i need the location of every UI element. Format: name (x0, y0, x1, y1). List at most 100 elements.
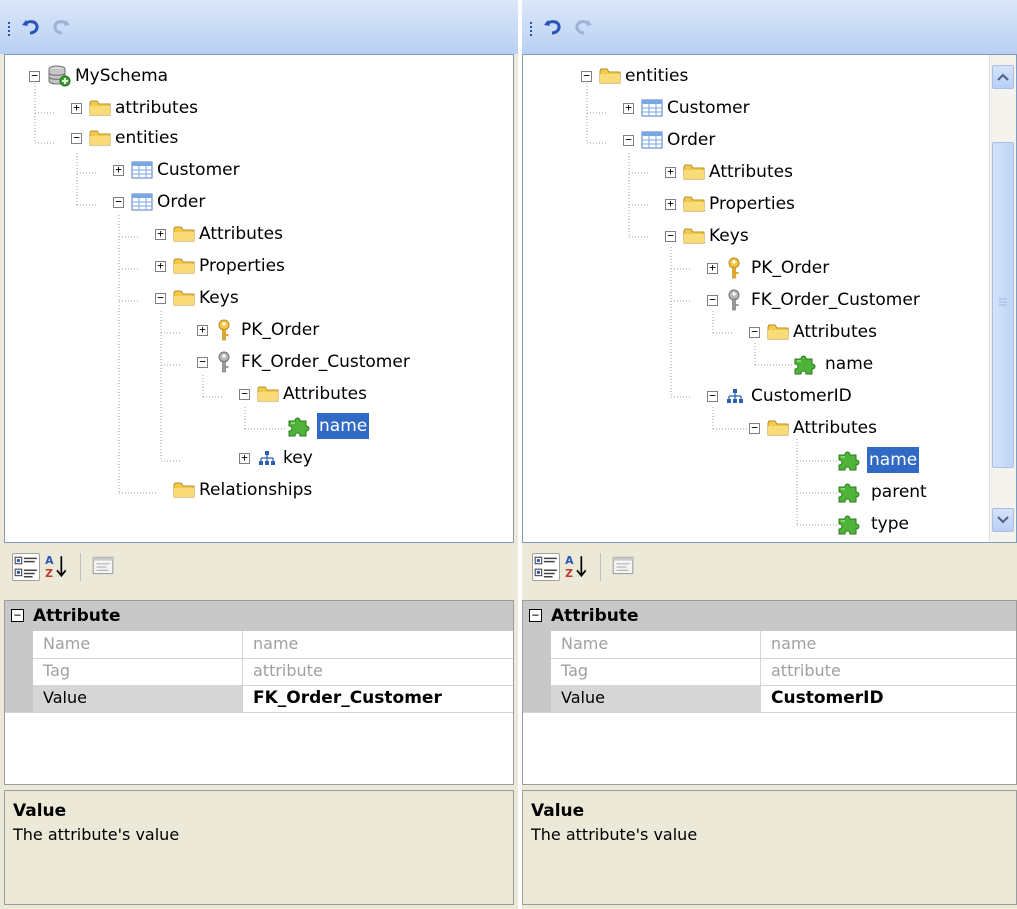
property-row-value[interactable]: Value FK_Order_Customer (5, 685, 513, 713)
tree-node-label: Keys (709, 226, 749, 246)
property-pages-button[interactable] (610, 553, 638, 581)
property-pages-button[interactable] (90, 553, 118, 581)
redo-icon[interactable] (50, 16, 72, 36)
tree-node-customer[interactable]: + Customer (5, 157, 513, 183)
property-name: Value (551, 685, 761, 712)
scroll-down-button[interactable] (992, 508, 1014, 532)
collapse-toggle[interactable]: − (113, 196, 124, 208)
tree-node-order[interactable]: − Order (5, 189, 513, 215)
property-grid: − Attribute Name name Tag attribute Valu… (522, 600, 1017, 785)
tree-node-label-selected: name (867, 447, 920, 473)
tree-node-cid-type[interactable]: type (523, 511, 991, 537)
tree-node-label: entities (115, 128, 179, 148)
tree-node-pk-order[interactable]: + PK_Order (523, 255, 991, 281)
help-pane: Value The attribute's value (4, 790, 514, 905)
expand-toggle[interactable]: + (155, 228, 166, 240)
expand-toggle[interactable]: + (239, 452, 250, 464)
collapse-toggle[interactable]: − (155, 292, 166, 304)
expand-toggle[interactable]: + (623, 102, 634, 114)
collapse-category-toggle[interactable]: − (529, 609, 542, 622)
collapse-toggle[interactable]: − (239, 388, 250, 400)
redo-icon[interactable] (572, 16, 594, 36)
expand-toggle[interactable]: + (113, 164, 124, 176)
collapse-toggle[interactable]: − (581, 70, 592, 82)
tree-node-order-keys[interactable]: − Keys (5, 285, 513, 311)
property-row-tag[interactable]: Tag attribute (523, 658, 1016, 686)
primary-key-icon (727, 257, 741, 279)
toolbar-grip[interactable] (530, 22, 535, 36)
tree-node-cid-parent[interactable]: parent (523, 479, 991, 505)
tree-node-pk-order[interactable]: + PK_Order (5, 317, 513, 343)
tree-node-root[interactable]: − MySchema (5, 63, 513, 89)
tree-node-label: CustomerID (751, 386, 852, 406)
expand-toggle[interactable]: + (707, 262, 718, 274)
left-tree-view[interactable]: − MySchema + attributes − entities + Cus… (4, 54, 514, 543)
alphabetical-button[interactable] (44, 553, 72, 581)
property-row-value[interactable]: Value CustomerID (523, 685, 1016, 713)
tree-node-order-attributes[interactable]: + Attributes (5, 221, 513, 247)
right-tree-view[interactable]: − entities + Customer − Order + Attribut… (522, 54, 1017, 543)
tree-node-order-keys[interactable]: − Keys (523, 223, 991, 249)
help-description: The attribute's value (531, 825, 698, 844)
category-row[interactable]: − Attribute (5, 601, 513, 631)
tree-node-order[interactable]: − Order (523, 127, 991, 153)
collapse-toggle[interactable]: − (71, 132, 82, 144)
tree-node-order-attributes[interactable]: + Attributes (523, 159, 991, 185)
vertical-scrollbar[interactable] (989, 55, 1016, 542)
collapse-toggle[interactable]: − (749, 422, 760, 434)
property-name: Tag (551, 658, 761, 685)
tree-node-fk-attributes[interactable]: − Attributes (5, 381, 513, 407)
collapse-toggle[interactable]: − (749, 326, 760, 338)
expand-toggle[interactable]: + (197, 324, 208, 336)
collapse-toggle[interactable]: − (665, 230, 676, 242)
help-pane: Value The attribute's value (522, 790, 1017, 905)
alphabetical-button[interactable] (564, 553, 592, 581)
property-value-field[interactable]: FK_Order_Customer (243, 685, 513, 712)
collapse-toggle[interactable]: − (623, 134, 634, 146)
collapse-toggle[interactable]: − (707, 294, 718, 306)
right-pane: − entities + Customer − Order + Attribut… (522, 0, 1017, 909)
tree-node-fk-order-customer[interactable]: − FK_Order_Customer (5, 349, 513, 375)
property-row-tag[interactable]: Tag attribute (5, 658, 513, 686)
tree-node-entities-folder[interactable]: − entities (523, 63, 991, 89)
attribute-puzzle-icon (837, 513, 863, 535)
tree-node-relationships[interactable]: Relationships (5, 477, 513, 503)
scroll-up-button[interactable] (992, 65, 1014, 89)
tree-node-customer-id[interactable]: − CustomerID (523, 383, 991, 409)
categorized-button[interactable] (532, 553, 560, 581)
expand-toggle[interactable]: + (71, 102, 82, 114)
tree-node-attributes-folder[interactable]: + attributes (5, 95, 513, 121)
tree-node-cid-name[interactable]: name (523, 447, 991, 473)
tree-node-fk-attributes[interactable]: − Attributes (523, 319, 991, 345)
property-value-field[interactable]: CustomerID (761, 685, 1016, 712)
property-grid-toolbar (522, 543, 1017, 595)
property-row-name[interactable]: Name name (523, 631, 1016, 659)
property-row-name[interactable]: Name name (5, 631, 513, 659)
toolbar-grip[interactable] (8, 22, 13, 36)
categorized-button[interactable] (12, 553, 40, 581)
collapse-toggle[interactable]: − (29, 70, 40, 82)
tree-node-fk-order-customer[interactable]: − FK_Order_Customer (523, 287, 991, 313)
collapse-category-toggle[interactable]: − (11, 609, 24, 622)
tree-node-entities-folder[interactable]: − entities (5, 125, 513, 151)
expand-toggle[interactable]: + (665, 198, 676, 210)
scrollbar-thumb[interactable] (992, 142, 1014, 468)
expand-toggle[interactable]: + (665, 166, 676, 178)
tree-node-label: PK_Order (241, 320, 320, 340)
tree-node-fk-attr-name[interactable]: name (523, 351, 991, 377)
collapse-toggle[interactable]: − (197, 356, 208, 368)
tree-node-customer[interactable]: + Customer (523, 95, 991, 121)
tree-node-label: Attributes (709, 162, 793, 182)
folder-icon (599, 67, 621, 85)
undo-icon[interactable] (542, 16, 564, 36)
category-row[interactable]: − Attribute (523, 601, 1016, 631)
collapse-toggle[interactable]: − (707, 390, 718, 402)
tree-node-order-properties[interactable]: + Properties (523, 191, 991, 217)
undo-icon[interactable] (20, 16, 42, 36)
tree-node-fk-attr-name[interactable]: name (5, 413, 513, 439)
tree-node-order-properties[interactable]: + Properties (5, 253, 513, 279)
expand-toggle[interactable]: + (155, 260, 166, 272)
property-name: Tag (33, 658, 243, 685)
tree-node-key[interactable]: + key (5, 445, 513, 471)
tree-node-cid-attributes[interactable]: − Attributes (523, 415, 991, 441)
